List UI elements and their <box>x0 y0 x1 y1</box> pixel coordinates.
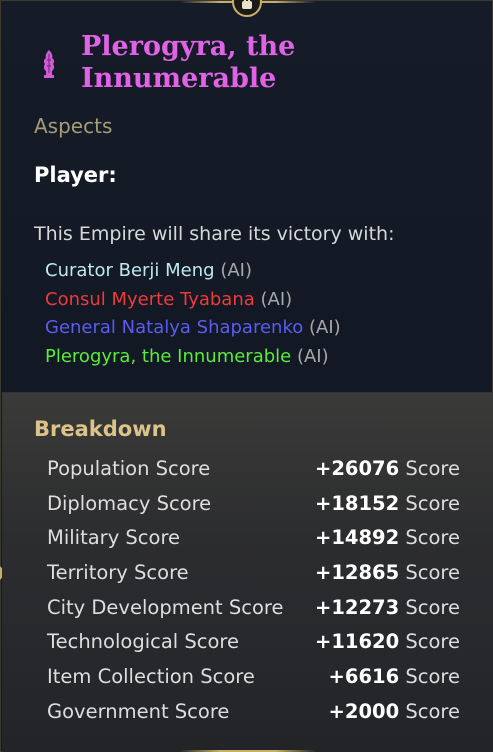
score-unit: Score <box>405 699 460 723</box>
victory-tooltip-panel: Plerogyra, the Innumerable Aspects Playe… <box>0 0 493 752</box>
score-number: +14892 <box>314 526 400 550</box>
score-value: +12273 Score <box>315 596 460 619</box>
empire-title: Plerogyra, the Innumerable <box>81 31 296 94</box>
score-value: +12865 Score <box>315 561 460 584</box>
score-number: +12273 <box>314 595 400 619</box>
ally-name: Curator Berji Meng <box>45 260 215 281</box>
breakdown-title: Breakdown <box>34 417 167 441</box>
score-unit: Score <box>405 665 460 689</box>
score-label: Military Score <box>47 526 181 550</box>
score-number: +26076 <box>314 457 400 480</box>
score-number: +11620 <box>314 630 400 654</box>
ai-tag: (AI) <box>220 260 252 281</box>
score-number: +12865 <box>314 561 400 585</box>
coral-emblem-icon <box>43 50 55 78</box>
player-label: Player: <box>34 163 117 187</box>
score-number: +2000 <box>328 699 400 723</box>
score-value: +26076 Score <box>315 457 460 480</box>
score-label: Government Score <box>47 699 230 723</box>
score-value: +2000 Score <box>329 700 460 723</box>
score-row: Diplomacy Score +18152 Score <box>47 488 460 523</box>
ally-item: Curator Berji Meng (AI) <box>45 257 341 286</box>
score-row: Item Collection Score +6616 Score <box>47 661 460 696</box>
score-unit: Score <box>405 457 460 480</box>
score-label: City Development Score <box>47 595 284 619</box>
ai-tag: (AI) <box>296 345 329 367</box>
score-row: Population Score +26076 Score <box>47 453 460 488</box>
score-number: +6616 <box>328 665 400 689</box>
score-value: +6616 Score <box>329 665 460 688</box>
ai-tag: (AI) <box>308 317 341 338</box>
ally-name: Consul Myerte Tyabana <box>45 288 255 310</box>
score-unit: Score <box>405 491 460 515</box>
ally-item: General Natalya Shaparenko (AI) <box>45 314 341 343</box>
score-value: +18152 Score <box>315 492 460 515</box>
score-label: Technological Score <box>47 630 240 654</box>
score-breakdown-list: Population Score +26076 Score Diplomacy … <box>47 453 460 731</box>
score-number: +18152 <box>314 491 400 515</box>
score-value: +11620 Score <box>315 630 460 653</box>
ally-item: Consul Myerte Tyabana (AI) <box>45 286 341 315</box>
ally-name: Plerogyra, the Innumerable <box>45 345 292 367</box>
ally-list: Curator Berji Meng (AI) Consul Myerte Ty… <box>45 257 341 371</box>
score-label: Diplomacy Score <box>47 491 212 515</box>
score-row: Government Score +2000 Score <box>47 696 460 731</box>
score-row: Technological Score +11620 Score <box>47 626 460 661</box>
shared-victory-text: This Empire will share its victory with: <box>34 223 395 245</box>
score-unit: Score <box>405 630 460 654</box>
score-unit: Score <box>405 526 460 550</box>
score-row: City Development Score +12273 Score <box>47 592 460 627</box>
aspects-link[interactable]: Aspects <box>34 114 112 138</box>
score-unit: Score <box>405 595 460 619</box>
score-row: Military Score +14892 Score <box>47 522 460 557</box>
score-label: Item Collection Score <box>47 665 255 689</box>
score-label: Territory Score <box>47 561 189 585</box>
score-row: Territory Score +12865 Score <box>47 557 460 592</box>
score-label: Population Score <box>47 457 211 480</box>
ai-tag: (AI) <box>260 288 293 310</box>
ally-name: General Natalya Shaparenko <box>45 317 304 338</box>
ally-item: Plerogyra, the Innumerable (AI) <box>45 343 341 372</box>
score-unit: Score <box>405 561 460 585</box>
score-value: +14892 Score <box>315 526 460 549</box>
lock-icon <box>232 0 262 17</box>
